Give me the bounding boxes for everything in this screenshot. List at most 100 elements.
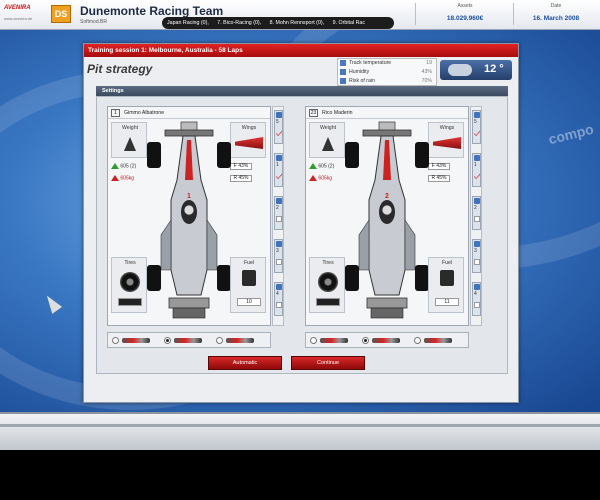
fuel-setting[interactable]: Fuel 11 bbox=[428, 257, 464, 313]
stint-icon bbox=[474, 198, 480, 204]
driver-number: 23 bbox=[309, 109, 318, 117]
tires-label: Tires bbox=[322, 260, 334, 266]
stint-button[interactable]: 5 bbox=[472, 110, 481, 144]
weight-row: 605kg bbox=[111, 175, 134, 181]
stint-number: 3 bbox=[474, 248, 477, 254]
weight-value: 605 (2) bbox=[318, 163, 335, 170]
wing-rear-row: R 45% bbox=[230, 175, 252, 182]
fuel-setting[interactable]: Fuel 10 bbox=[230, 257, 266, 313]
stint-number: 4 bbox=[474, 291, 477, 297]
assets-label: Assets bbox=[457, 3, 473, 9]
mini-car-icon bbox=[424, 338, 452, 343]
check-icon bbox=[474, 130, 480, 136]
strategy-radio[interactable] bbox=[414, 337, 421, 344]
arrow-up-icon[interactable] bbox=[111, 163, 119, 169]
letterbox bbox=[0, 450, 600, 500]
tire-compound-field[interactable] bbox=[118, 298, 142, 306]
tires-setting[interactable]: Tires bbox=[309, 257, 345, 313]
stint-button[interactable]: 1 bbox=[274, 153, 283, 187]
wings-label: Wings bbox=[439, 125, 455, 131]
weight-cone-icon bbox=[124, 137, 136, 151]
checkbox-icon bbox=[474, 259, 480, 265]
stint-icon bbox=[474, 284, 480, 290]
wings-label: Wings bbox=[241, 125, 257, 131]
wing-front-row: F 43% bbox=[428, 163, 450, 170]
driver-panel-2: 23 Rico Maderin Weight 605 (2) 605kg Win… bbox=[305, 106, 469, 326]
tire-icon bbox=[318, 272, 338, 292]
mini-car-icon bbox=[226, 338, 254, 343]
stint-button[interactable]: 4 bbox=[274, 282, 283, 316]
stint-button[interactable]: 2 bbox=[274, 196, 283, 230]
weight-setting[interactable]: Weight bbox=[309, 122, 345, 158]
stint-button[interactable]: 3 bbox=[472, 239, 481, 273]
strategy-radio[interactable] bbox=[112, 337, 119, 344]
weather-value: 70% bbox=[421, 78, 432, 84]
stint-button[interactable]: 4 bbox=[472, 282, 481, 316]
weight-row: 605 (2) bbox=[309, 163, 334, 169]
tire-compound-field[interactable] bbox=[316, 298, 340, 306]
weather-panel: Track temperature 19 Humidity 43% Risk o… bbox=[337, 58, 437, 86]
weather-label: Track temperature bbox=[349, 60, 392, 66]
fuel-field[interactable]: 10 bbox=[237, 298, 261, 306]
strategy-radio[interactable] bbox=[216, 337, 223, 344]
ticker-item: 9. Orbital Rac bbox=[332, 20, 365, 26]
weight-kg: 605kg bbox=[318, 175, 333, 182]
wing-icon bbox=[433, 137, 461, 149]
stint-number: 3 bbox=[276, 248, 279, 254]
stint-icon bbox=[276, 241, 282, 247]
automatic-button[interactable]: Automatic bbox=[208, 356, 282, 370]
stint-icon bbox=[474, 155, 480, 161]
weight-label: Weight bbox=[121, 125, 139, 131]
strategy-choice-1 bbox=[107, 332, 271, 348]
weight-value: 605 (2) bbox=[120, 163, 137, 170]
assets-stat: Assets 18.029.960€ bbox=[425, 3, 505, 22]
strategy-radio[interactable] bbox=[362, 337, 369, 344]
wing-rear-field[interactable]: R 45% bbox=[428, 175, 450, 182]
stint-button[interactable]: 3 bbox=[274, 239, 283, 273]
tires-setting[interactable]: Tires bbox=[111, 257, 147, 313]
temperature-display: 12 ° bbox=[440, 60, 512, 80]
driver-number: 1 bbox=[111, 109, 120, 117]
bottom-divider bbox=[0, 424, 600, 427]
race-car-image: 1 bbox=[147, 121, 231, 319]
checkbox-icon bbox=[474, 302, 480, 308]
fuel-can-icon bbox=[440, 270, 454, 286]
tires-label: Tires bbox=[124, 260, 136, 266]
settings-body: 1 Gimmo Albatrone Weight 605 (2) 605kg W… bbox=[96, 96, 508, 374]
page-title: Pit strategy bbox=[87, 62, 153, 76]
driver-panel-1: 1 Gimmo Albatrone Weight 605 (2) 605kg W… bbox=[107, 106, 271, 326]
stint-button[interactable]: 1 bbox=[472, 153, 481, 187]
stint-button[interactable]: 5 bbox=[274, 110, 283, 144]
stint-strip-2: 5 1 2 3 4 bbox=[470, 106, 482, 326]
wings-setting[interactable]: Wings bbox=[230, 122, 266, 158]
arrow-up-icon[interactable] bbox=[309, 175, 317, 181]
stint-icon bbox=[276, 112, 282, 118]
weight-setting[interactable]: Weight bbox=[111, 122, 147, 158]
weather-row: Track temperature 19 bbox=[338, 59, 436, 68]
arrow-up-icon[interactable] bbox=[111, 175, 119, 181]
wing-front-field[interactable]: F 43% bbox=[230, 163, 252, 170]
temperature-value: 12 ° bbox=[484, 63, 504, 75]
weight-cone-icon bbox=[322, 137, 334, 151]
standings-ticker[interactable]: Japan Racing (0), 7. Bico-Racing (0), 8.… bbox=[162, 17, 394, 29]
checkbox-icon bbox=[474, 216, 480, 222]
settings-header: Settings bbox=[96, 86, 508, 96]
publisher-logo: AVENIRA bbox=[4, 5, 31, 11]
rain-icon bbox=[340, 78, 346, 84]
continue-button[interactable]: Continue bbox=[291, 356, 365, 370]
check-icon bbox=[474, 173, 480, 179]
weather-label: Humidity bbox=[349, 69, 370, 75]
race-car-image: 2 bbox=[345, 121, 429, 319]
arrow-up-icon[interactable] bbox=[309, 163, 317, 169]
stint-number: 2 bbox=[474, 205, 477, 211]
strategy-radio[interactable] bbox=[310, 337, 317, 344]
stint-button[interactable]: 2 bbox=[472, 196, 481, 230]
wing-rear-field[interactable]: R 45% bbox=[230, 175, 252, 182]
date-stat: Date 16. March 2008 bbox=[516, 3, 596, 22]
car-number: 2 bbox=[385, 193, 389, 200]
stint-number: 4 bbox=[276, 291, 279, 297]
fuel-field[interactable]: 11 bbox=[435, 298, 459, 306]
wing-front-field[interactable]: F 43% bbox=[428, 163, 450, 170]
wings-setting[interactable]: Wings bbox=[428, 122, 464, 158]
strategy-radio[interactable] bbox=[164, 337, 171, 344]
